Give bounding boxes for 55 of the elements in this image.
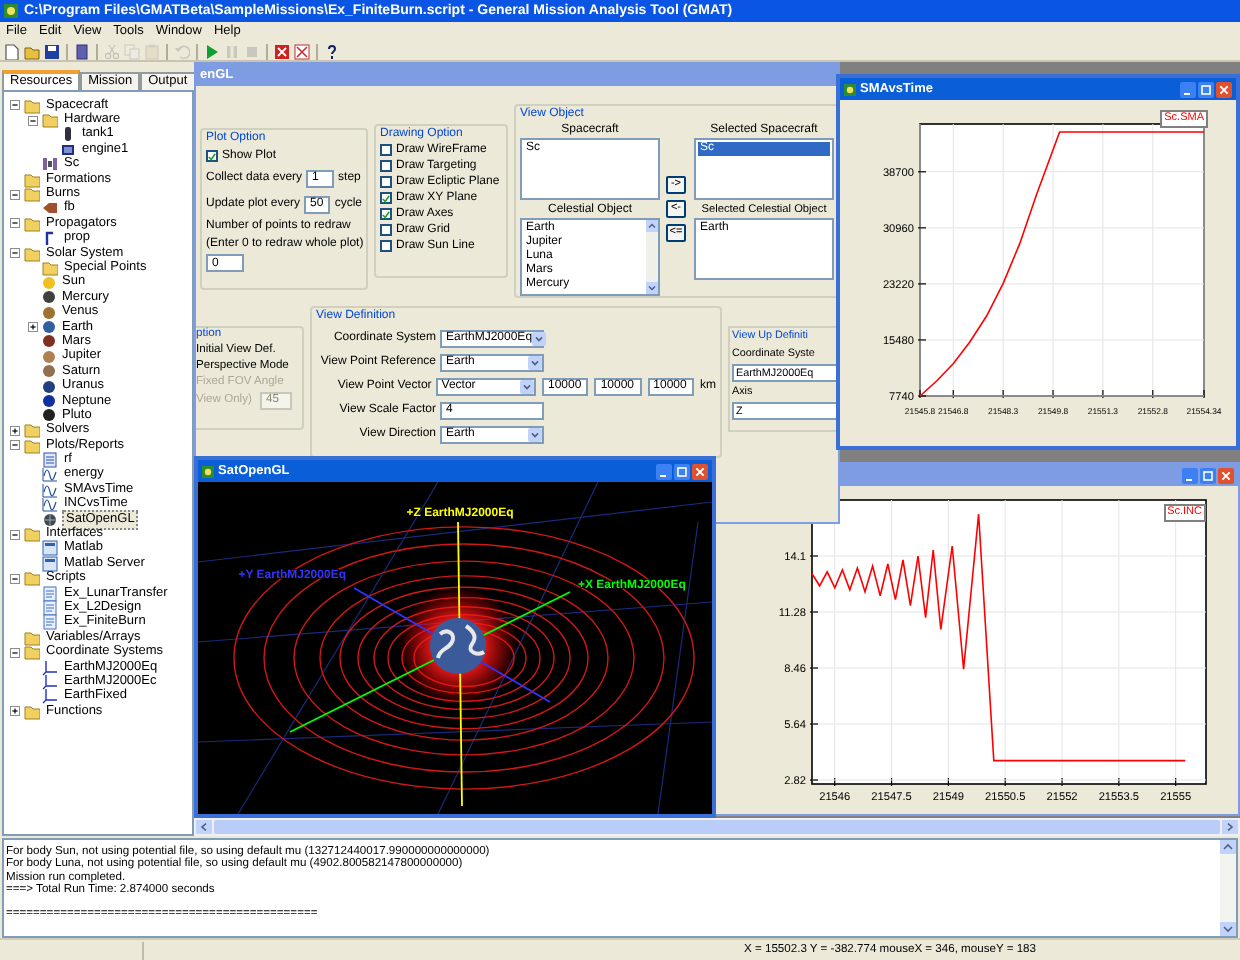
- folder-icon: [24, 526, 40, 543]
- caret-icon: [520, 379, 534, 393]
- minimize-button[interactable]: [1182, 467, 1198, 483]
- maximize-button[interactable]: [1200, 467, 1216, 483]
- expand-toggle[interactable]: [28, 115, 38, 126]
- close-button[interactable]: [692, 463, 708, 479]
- caret-icon: [528, 427, 542, 441]
- expand-toggle[interactable]: [10, 573, 20, 584]
- engine-icon: [60, 141, 76, 158]
- earth-drawing: [430, 618, 486, 674]
- folder-icon: [24, 570, 40, 587]
- expand-toggle[interactable]: [10, 248, 20, 259]
- maximize-button[interactable]: [1198, 81, 1214, 97]
- expand-toggle[interactable]: [10, 425, 20, 436]
- clear-icon[interactable]: [294, 43, 310, 59]
- scroll-right-arrow-icon[interactable]: [1222, 820, 1238, 834]
- maximize-button[interactable]: [674, 463, 690, 479]
- app-icon: [202, 465, 214, 477]
- expand-toggle[interactable]: [10, 189, 20, 200]
- globe-icon: [42, 511, 58, 528]
- scroll-up-arrow-icon[interactable]: [646, 220, 658, 232]
- expand-toggle[interactable]: [10, 100, 20, 111]
- book-icon[interactable]: [74, 43, 90, 59]
- scrollbar[interactable]: [194, 818, 1240, 836]
- scroll-down-arrow-icon[interactable]: [646, 282, 658, 294]
- save-icon[interactable]: [44, 43, 60, 59]
- scrollbar[interactable]: [1220, 840, 1236, 936]
- close-button[interactable]: [1218, 467, 1234, 483]
- scrollbar-thumb[interactable]: [214, 820, 1220, 834]
- expand-toggle[interactable]: [10, 440, 20, 451]
- scrollbar[interactable]: [646, 220, 658, 294]
- app-icon: [4, 4, 18, 18]
- satellite-icon: [42, 156, 58, 173]
- thruster-icon: [42, 200, 58, 217]
- hook-icon: [42, 230, 58, 247]
- app-icon: [844, 83, 856, 95]
- close-button[interactable]: [1216, 81, 1232, 97]
- expand-toggle[interactable]: [10, 529, 20, 540]
- scroll-left-arrow-icon[interactable]: [196, 820, 212, 834]
- expand-toggle[interactable]: [28, 322, 38, 333]
- cylinder-icon: [60, 126, 76, 143]
- caret-icon: [532, 331, 547, 345]
- expand-toggle[interactable]: [10, 218, 20, 229]
- minimize-button[interactable]: [656, 463, 672, 479]
- help-icon[interactable]: [324, 43, 340, 59]
- scroll-down-arrow-icon[interactable]: [1220, 922, 1236, 936]
- check-icon: [208, 151, 216, 161]
- caret-icon: [528, 355, 542, 369]
- document-icon: [42, 452, 58, 469]
- folder-icon: [24, 703, 40, 720]
- expand-toggle[interactable]: [10, 706, 20, 717]
- expand-toggle[interactable]: [10, 647, 20, 658]
- scroll-up-arrow-icon[interactable]: [1220, 840, 1236, 854]
- close-icon[interactable]: [274, 43, 290, 59]
- minimize-button[interactable]: [1180, 81, 1196, 97]
